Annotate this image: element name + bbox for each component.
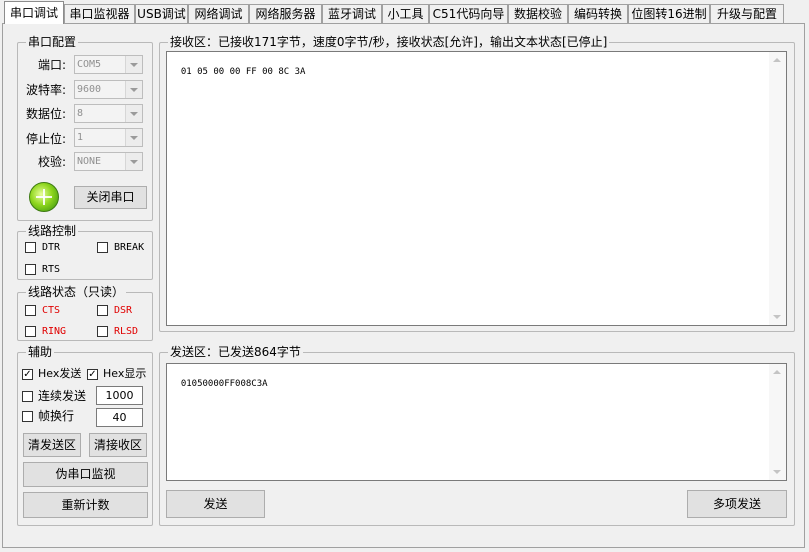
pseudo-monitor-button[interactable]: 伪串口监视: [23, 462, 148, 487]
baud-label: 波特率:: [25, 83, 66, 97]
continuous-interval-input[interactable]: 1000: [96, 386, 143, 405]
parity-value: NONE: [77, 156, 102, 167]
port-status-led-icon: [29, 182, 59, 212]
baud-value: 9600: [77, 84, 102, 95]
parity-select[interactable]: NONE: [74, 152, 143, 171]
cts-indicator: [25, 305, 36, 316]
line-control-group: 线路控制: [17, 224, 153, 280]
receive-content: 01 05 00 00 FF 00 8C 3A: [180, 67, 306, 77]
tab-data-checksum[interactable]: 数据校验: [508, 4, 568, 23]
continuous-send-label: 连续发送: [38, 389, 87, 403]
aux-title: 辅助: [26, 345, 55, 359]
send-content: 01050000FF008C3A: [180, 379, 268, 389]
send-scrollbar[interactable]: [769, 364, 786, 480]
rts-checkbox[interactable]: [25, 264, 36, 275]
tab-serial-monitor[interactable]: 串口监视器: [64, 4, 135, 23]
tab-c51-wizard[interactable]: C51代码向导: [429, 4, 508, 23]
tab-serial-debug[interactable]: 串口调试: [4, 1, 64, 24]
send-textarea[interactable]: 01050000FF008C3A: [166, 363, 787, 481]
ring-indicator: [25, 326, 36, 337]
serial-config-title: 串口配置: [26, 35, 79, 49]
parity-label: 校验:: [37, 155, 66, 169]
tab-small-tools[interactable]: 小工具: [382, 4, 429, 23]
frame-break-checkbox[interactable]: [22, 411, 33, 422]
dtr-checkbox[interactable]: [25, 242, 36, 253]
scroll-up-icon[interactable]: [773, 370, 781, 374]
receive-scrollbar[interactable]: [769, 52, 786, 325]
send-button[interactable]: 发送: [166, 490, 265, 518]
line-control-title: 线路控制: [26, 224, 79, 238]
chevron-down-icon: [125, 129, 142, 146]
tab-upgrade-config[interactable]: 升级与配置: [710, 4, 784, 23]
line-status-title: 线路状态（只读）: [26, 285, 127, 299]
clear-send-button[interactable]: 清发送区: [23, 433, 81, 457]
continuous-send-checkbox[interactable]: [22, 391, 33, 402]
chevron-down-icon: [125, 81, 142, 98]
scroll-down-icon[interactable]: [773, 315, 781, 319]
clear-receive-button[interactable]: 清接收区: [89, 433, 147, 457]
dsr-indicator: [97, 305, 108, 316]
break-label: BREAK: [114, 242, 145, 253]
rts-label: RTS: [42, 264, 61, 275]
frame-break-input[interactable]: 40: [96, 408, 143, 427]
tab-usb-debug[interactable]: USB调试: [135, 4, 188, 23]
rlsd-indicator: [97, 326, 108, 337]
send-title: 发送区：已发送864字节: [168, 345, 303, 359]
port-select[interactable]: COM5: [74, 55, 143, 74]
tab-network-debug[interactable]: 网络调试: [188, 4, 249, 23]
port-label: 端口:: [37, 58, 66, 72]
stopbits-label: 停止位:: [25, 132, 66, 146]
scroll-up-icon[interactable]: [773, 58, 781, 62]
receive-title: 接收区：已接收171字节，速度0字节/秒，接收状态[允许]，输出文本状态[已停止…: [168, 35, 610, 49]
receive-textarea[interactable]: 01 05 00 00 FF 00 8C 3A: [166, 51, 787, 326]
hex-display-checkbox[interactable]: ✓: [87, 369, 98, 380]
tab-network-server[interactable]: 网络服务器: [249, 4, 322, 23]
cts-label: CTS: [42, 305, 61, 316]
databits-label: 数据位:: [25, 107, 66, 121]
chevron-down-icon: [125, 153, 142, 170]
stopbits-select[interactable]: 1: [74, 128, 143, 147]
dsr-label: DSR: [114, 305, 133, 316]
hex-send-checkbox[interactable]: ✓: [22, 369, 33, 380]
chevron-down-icon: [125, 105, 142, 122]
databits-select[interactable]: 8: [74, 104, 143, 123]
ring-label: RING: [42, 326, 67, 337]
rlsd-label: RLSD: [114, 326, 139, 337]
break-checkbox[interactable]: [97, 242, 108, 253]
hex-display-label: Hex显示: [103, 367, 147, 380]
tab-encoding-convert[interactable]: 编码转换: [568, 4, 628, 23]
port-value: COM5: [77, 59, 102, 70]
scroll-down-icon[interactable]: [773, 470, 781, 474]
databits-value: 8: [77, 108, 84, 119]
tab-bitmap-hex[interactable]: 位图转16进制: [628, 4, 710, 23]
dtr-label: DTR: [42, 242, 61, 253]
stopbits-value: 1: [77, 132, 84, 143]
chevron-down-icon: [125, 56, 142, 73]
multi-send-button[interactable]: 多项发送: [687, 490, 787, 518]
recount-button[interactable]: 重新计数: [23, 492, 148, 518]
close-port-button[interactable]: 关闭串口: [74, 186, 147, 209]
hex-send-label: Hex发送: [38, 367, 82, 380]
tab-bar: 串口调试 串口监视器 USB调试 网络调试 网络服务器 蓝牙调试 小工具 C51…: [0, 0, 809, 24]
tab-bluetooth-debug[interactable]: 蓝牙调试: [322, 4, 382, 23]
baud-select[interactable]: 9600: [74, 80, 143, 99]
frame-break-label: 帧换行: [38, 409, 75, 423]
